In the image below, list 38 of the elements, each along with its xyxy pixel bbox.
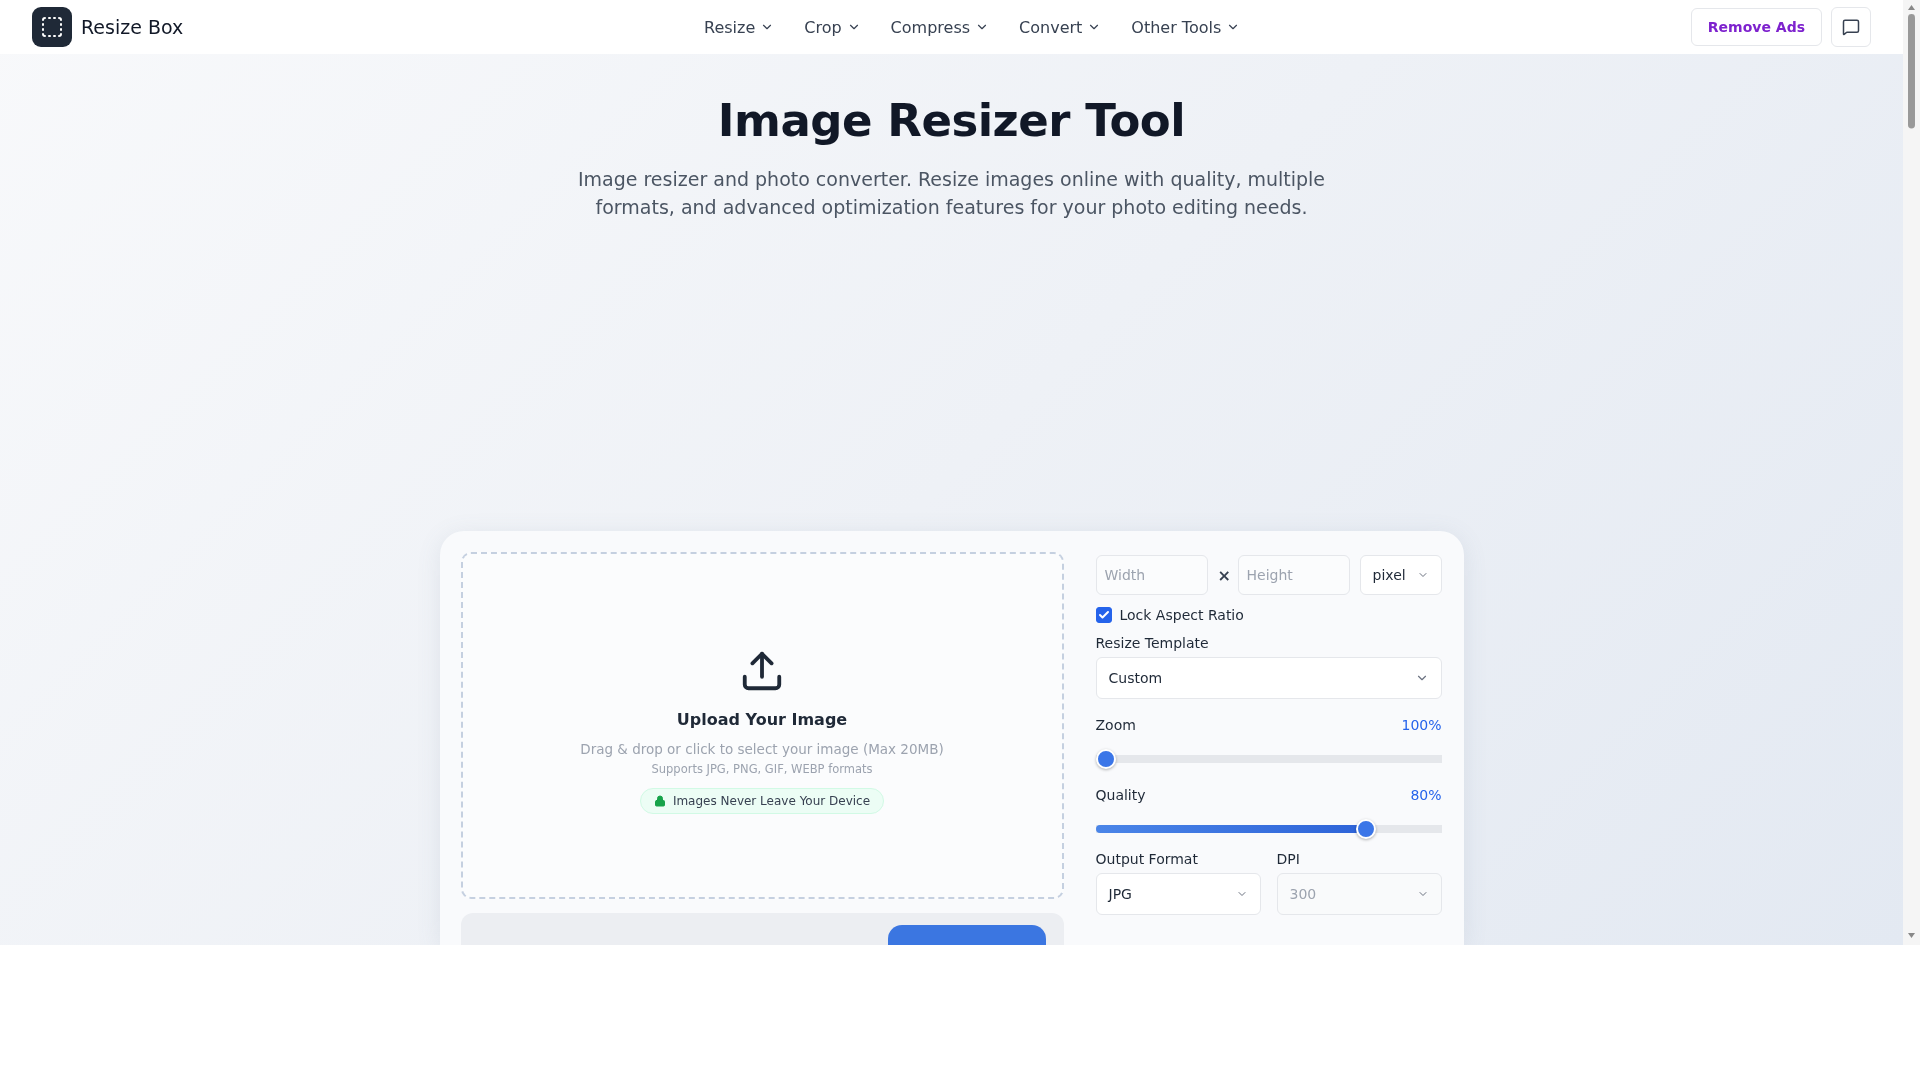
field-label: Output Format (1095, 851, 1199, 867)
height-field[interactable]: Height (1237, 555, 1350, 595)
nav-menu[interactable]: Convert (1019, 17, 1102, 37)
slider-label: Zoom (1095, 717, 1136, 733)
check-icon (1097, 609, 1110, 621)
lock-icon (653, 794, 666, 807)
unit-select[interactable]: pixel (1359, 555, 1442, 595)
slider-thumb[interactable] (1356, 819, 1377, 839)
action-button[interactable] (887, 925, 1046, 945)
checkbox-label: Lock Aspect Ratio (1119, 607, 1244, 623)
remove-ads-button[interactable]: Remove Ads (1690, 8, 1822, 46)
page-subtitle: Image resizer and photo converter. Resize images online with quality, multiple formats, and advanced optimization features for your photo editing needs. (576, 167, 1327, 220)
page-title: Image Resizer Tool (717, 94, 1186, 147)
nav-menu[interactable]: Compress (890, 17, 990, 37)
upload-title: Upload Your Image (676, 709, 848, 729)
field-label: DPI (1276, 851, 1301, 867)
slider-value: 100% (1401, 717, 1442, 733)
nav-menu[interactable]: Crop (804, 17, 861, 37)
scrollbar[interactable] (1903, 0, 1920, 945)
template-select[interactable]: Custom (1095, 657, 1442, 699)
nav-menu[interactable]: Other Tools (1131, 17, 1241, 37)
privacy-text: Images Never Leave Your Device (672, 793, 871, 808)
chat-bubble-icon (1842, 18, 1860, 36)
width-field[interactable]: Width (1095, 555, 1208, 595)
field-label: Resize Template (1095, 635, 1210, 651)
feedback-button[interactable] (1831, 7, 1871, 47)
upload-dropzone[interactable]: Upload Your Image Drag & drop or click to select your image (Max 20MB) Supports JPG, PNG, GIF, WEBP formats Images Never Leave Your Device (460, 552, 1064, 899)
slider-thumb[interactable] (1095, 749, 1116, 769)
lock-checkbox[interactable] (1095, 607, 1112, 623)
nav-menu[interactable]: Resize (704, 17, 775, 37)
slider-value: 80% (1410, 787, 1442, 803)
formats-note: Supports JPG, PNG, GIF, WEBP formats (651, 761, 873, 776)
brand-name[interactable]: Resize Box (81, 16, 184, 38)
times-sign: × (1217, 565, 1228, 585)
format-select[interactable]: JPG (1095, 873, 1261, 915)
logo-icon[interactable] (32, 7, 72, 47)
upload-hint: Drag & drop or click to select your image (Max 20MB) (580, 740, 944, 757)
slider-label: Quality (1095, 787, 1146, 803)
